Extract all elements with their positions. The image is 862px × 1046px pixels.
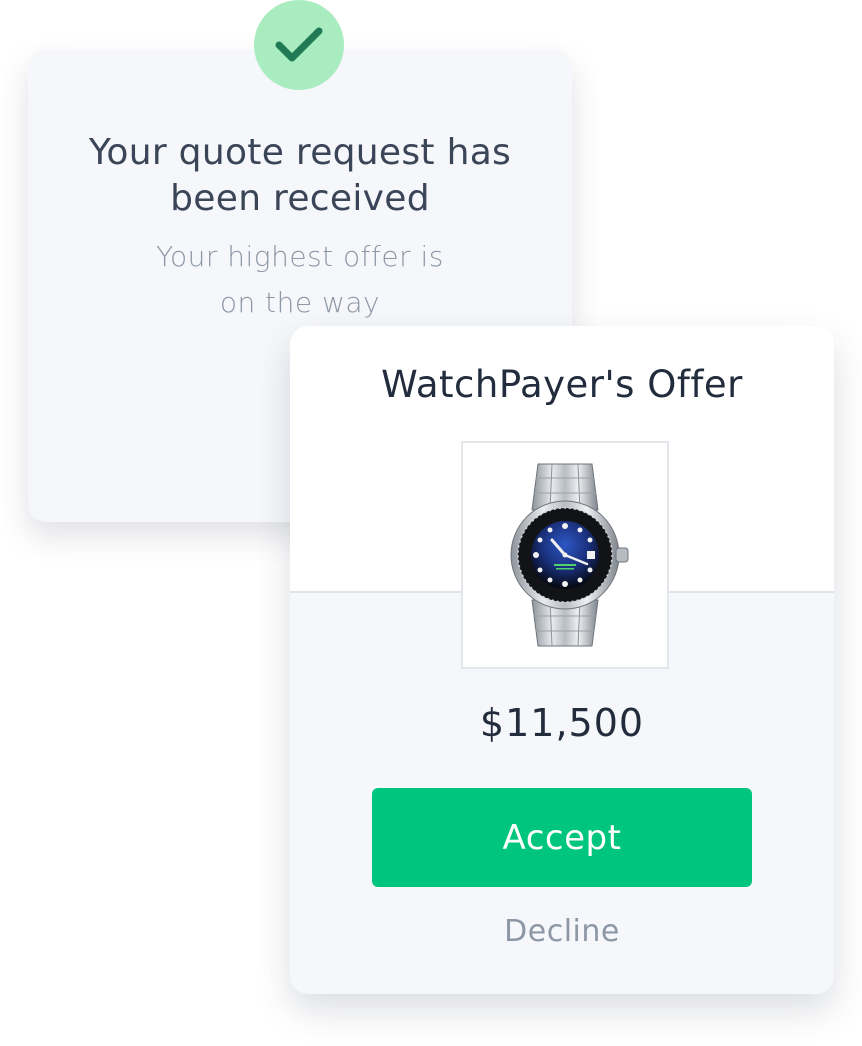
wristwatch-image (510, 463, 629, 647)
quote-subtitle-line2: on the way (219, 286, 381, 319)
quote-title: Your quote request has been received (28, 130, 572, 222)
checkmark-icon (275, 27, 323, 62)
success-badge (254, 0, 344, 90)
decline-link[interactable]: Decline (290, 912, 834, 952)
product-image-frame (461, 441, 669, 669)
offer-title: WatchPayer's Offer (381, 363, 743, 406)
stage: Your quote request has been received You… (0, 0, 862, 1046)
quote-title-line1: Your quote request has (88, 132, 512, 173)
quote-subtitle-line1: Your highest offer is (156, 240, 444, 273)
offer-card: WatchPayer's Offer $11,500 Accept Declin… (290, 326, 834, 994)
offer-price: $11,500 (479, 701, 645, 745)
quote-subtitle: Your highest offer is on the way (28, 234, 572, 326)
accept-button[interactable]: Accept (372, 788, 752, 887)
quote-title-line2: been received (170, 178, 430, 219)
